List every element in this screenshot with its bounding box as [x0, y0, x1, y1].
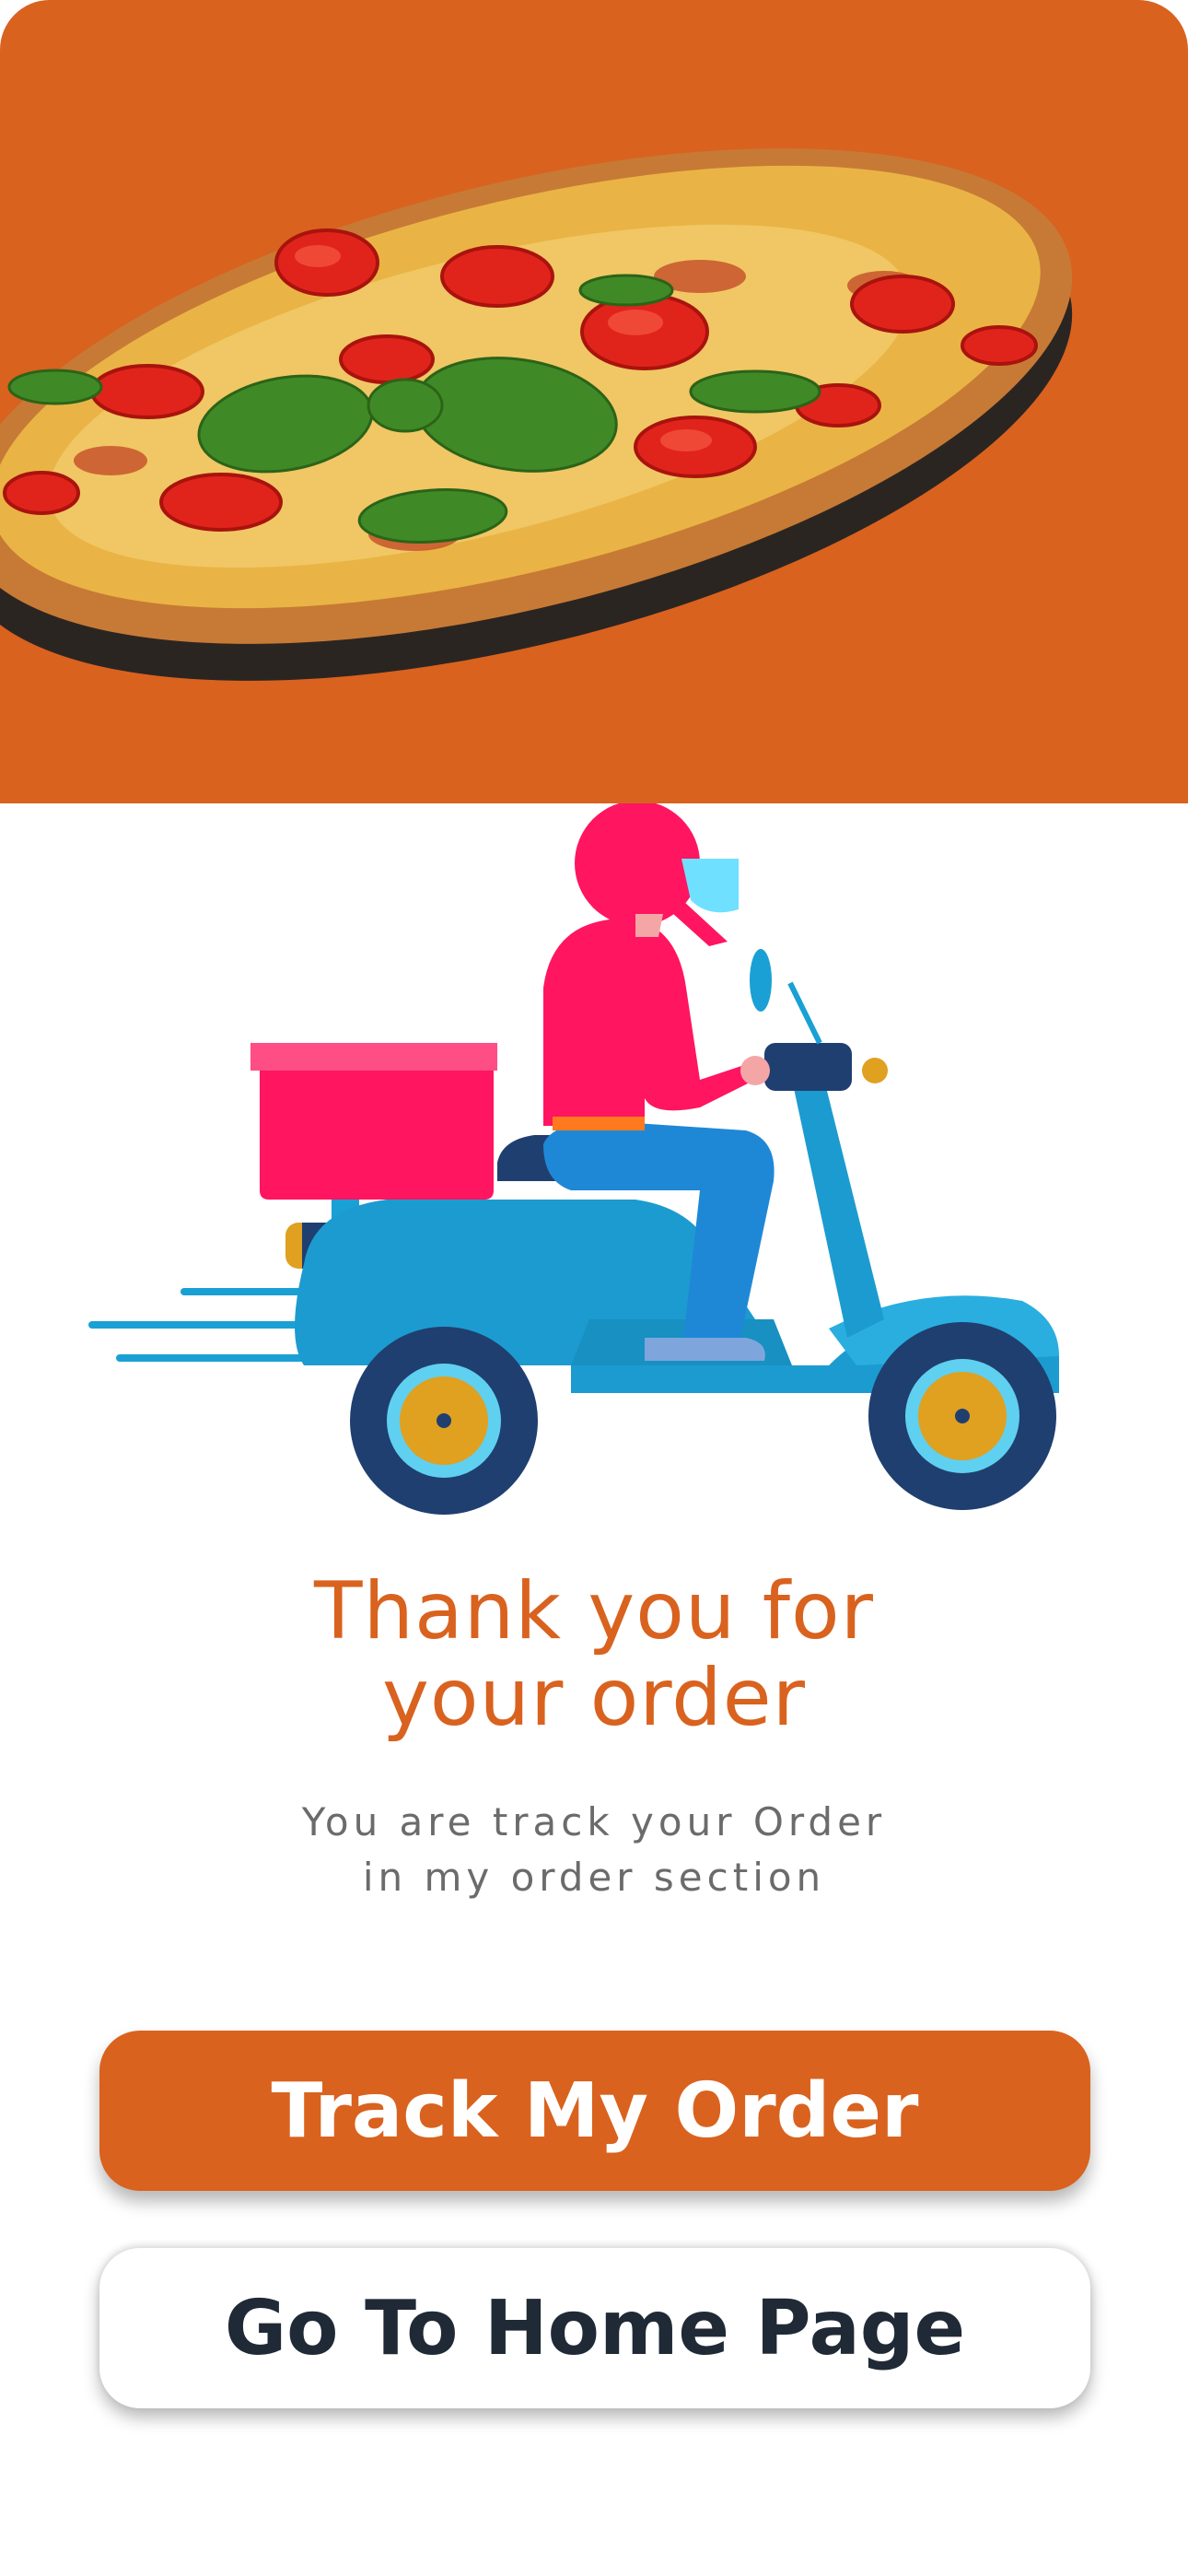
confirmation-subtitle-line1: You are track your Order [301, 1799, 887, 1844]
confirmation-subtitle: You are track your Order in my order sec… [0, 1795, 1188, 1905]
confirmation-title: Thank you for your order [0, 1568, 1188, 1741]
track-my-order-label: Track My Order [271, 2067, 919, 2155]
pizza-image [0, 148, 1073, 681]
delivery-scooter-illustration [88, 803, 1059, 1515]
rear-wheel [350, 1327, 538, 1515]
go-to-home-page-label: Go To Home Page [224, 2284, 966, 2372]
speed-lines [88, 1288, 312, 1362]
track-my-order-button[interactable]: Track My Order [99, 2031, 1090, 2191]
hero-banner [0, 0, 1188, 803]
go-to-home-page-button[interactable]: Go To Home Page [99, 2248, 1090, 2408]
confirmation-title-line2: your order [381, 1652, 807, 1744]
confirmation-subtitle-line2: in my order section [362, 1855, 826, 1900]
front-wheel [868, 1322, 1056, 1510]
confirmation-title-line1: Thank you for [314, 1565, 874, 1657]
